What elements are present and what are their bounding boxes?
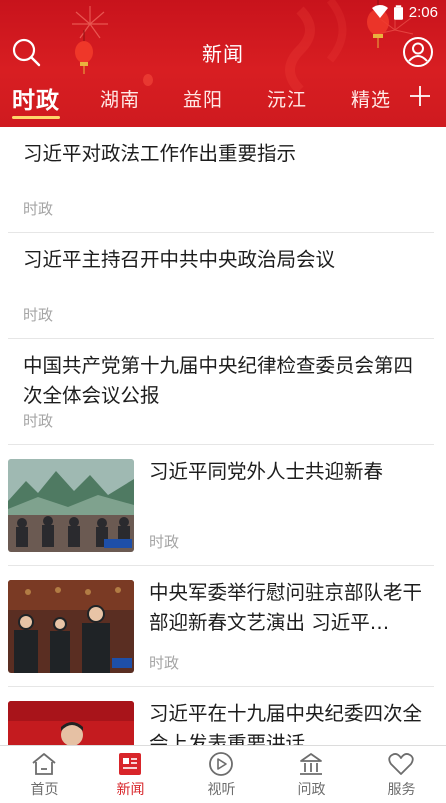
nav-label: 问政	[297, 782, 326, 798]
news-item[interactable]: 习近平同党外人士共迎新春 时政	[8, 445, 434, 566]
nav-services[interactable]: 服务	[357, 746, 446, 803]
news-thumbnail	[8, 459, 134, 552]
nav-home[interactable]: 首页	[0, 746, 89, 803]
nav-label: 服务	[387, 782, 416, 798]
status-bar: 2:06	[371, 0, 446, 24]
news-title: 习近平在十九届中央纪委四次全会上发表重要讲话	[149, 702, 423, 745]
app-header: 2:06 新闻 时政 湖南 益阳 沅江 精选	[0, 0, 446, 127]
news-item[interactable]: 习近平主持召开中共中央政治局会议 时政	[8, 233, 434, 339]
page-title: 新闻	[202, 42, 244, 66]
news-list: 习近平对政法工作作出重要指示 时政 习近平主持召开中共中央政治局会议 时政 中国…	[0, 127, 446, 745]
news-title: 习近平对政法工作作出重要指示	[23, 142, 297, 165]
wifi-icon	[371, 5, 388, 18]
tab-politics[interactable]: 时政	[12, 80, 60, 116]
news-item[interactable]: 中国共产党第十九届中央纪律检查委员会第四次全体会议公报 时政	[8, 339, 434, 445]
add-tab-icon[interactable]	[408, 84, 432, 108]
nav-news[interactable]: 新闻	[86, 746, 175, 803]
news-tag: 时政	[23, 200, 54, 218]
news-thumbnail	[8, 701, 134, 745]
news-title: 习近平同党外人士共迎新春	[149, 460, 384, 483]
nav-label: 新闻	[116, 782, 145, 798]
play-icon	[209, 752, 233, 776]
news-title: 习近平主持召开中共中央政治局会议	[23, 248, 336, 271]
status-time: 2:06	[408, 3, 438, 21]
news-item[interactable]: 习近平对政法工作作出重要指示 时政	[8, 127, 434, 233]
government-icon	[300, 753, 322, 775]
home-icon	[32, 753, 56, 775]
nav-label: 首页	[30, 782, 59, 798]
news-tag: 时政	[149, 533, 180, 551]
nav-label: 视听	[207, 782, 236, 798]
news-title: 中央军委举行慰问驻京部队老干部迎新春文艺演出 习近平…	[149, 581, 423, 634]
active-tab-indicator	[12, 116, 60, 119]
news-tag: 时政	[23, 412, 54, 430]
nav-media[interactable]: 视听	[177, 746, 266, 803]
news-thumbnail	[8, 580, 134, 673]
news-icon	[119, 753, 141, 775]
news-tag: 时政	[149, 654, 180, 672]
nav-inquiry[interactable]: 问政	[267, 746, 356, 803]
heart-icon	[388, 753, 414, 775]
news-item[interactable]: 中央军委举行慰问驻京部队老干部迎新春文艺演出 习近平… 时政	[8, 566, 434, 687]
tab-yuanjiang[interactable]: 沅江	[267, 80, 307, 116]
tab-featured[interactable]: 精选	[351, 80, 391, 116]
tab-yiyang[interactable]: 益阳	[183, 80, 223, 116]
battery-icon	[393, 4, 403, 20]
tab-hunan[interactable]: 湖南	[100, 80, 140, 116]
news-tag: 时政	[23, 306, 54, 324]
user-profile-icon[interactable]	[402, 36, 434, 68]
bottom-navigation: 首页 新闻 视听 问政 服务	[0, 745, 446, 803]
category-tabs: 时政 湖南 益阳 沅江 精选	[0, 80, 446, 116]
news-title: 中国共产党第十九届中央纪律检查委员会第四次全体会议公报	[23, 354, 414, 407]
news-item[interactable]: 习近平在十九届中央纪委四次全会上发表重要讲话 时政	[8, 687, 434, 745]
